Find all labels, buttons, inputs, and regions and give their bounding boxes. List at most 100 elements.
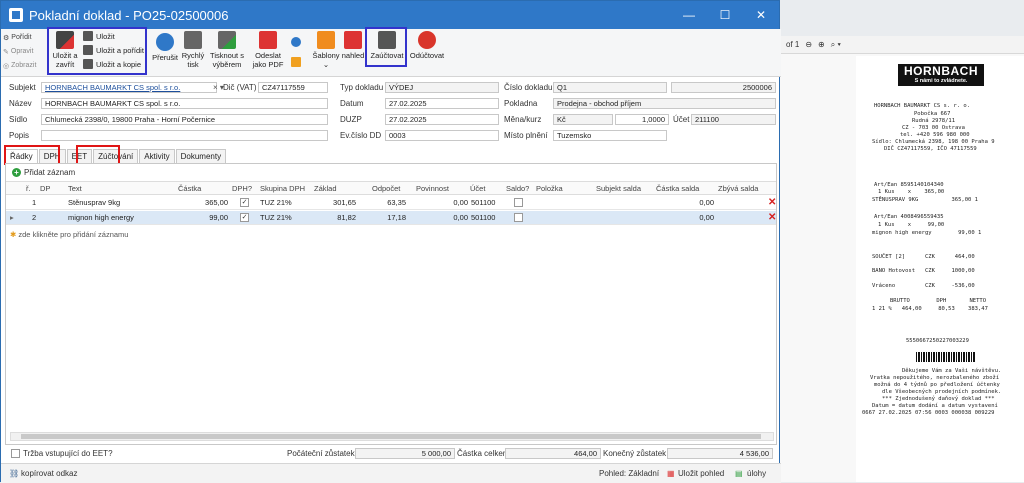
table-row[interactable]: 1 Stěnusprav 9kg 365,00 ✓ TUZ 21% 301,65…	[6, 196, 776, 210]
vat-checkbox[interactable]: ✓	[240, 213, 249, 222]
save-view-icon: ▦	[667, 469, 675, 478]
receipt-line: Datum = datum dodání a datum vystavení	[872, 403, 998, 409]
bg-create-button[interactable]: ⚙ Pořídit	[3, 31, 53, 44]
print-select-button[interactable]: Tisknout s výběrem	[207, 31, 247, 69]
receipt-line: Vratka nepoužitého, nerozbaleného zboží	[870, 375, 1000, 381]
star-icon: ✱	[10, 230, 17, 239]
account-field[interactable]: 211100	[691, 114, 776, 125]
send-pdf-button[interactable]: Odeslat jako PDF	[251, 31, 285, 69]
duzp-field[interactable]: 27.02.2025	[385, 114, 499, 125]
receipt-line: 1 Kus x 365,00	[878, 189, 945, 195]
table-row[interactable]: ▸ 2 mignon high energy 99,00 ✓ TUZ 21% 8…	[6, 211, 776, 225]
highlight-posting-tab	[76, 145, 120, 165]
address-field[interactable]: Chlumecká 2398/0, 19800 Praha - Horní Po…	[41, 114, 328, 125]
receipt-line: Pobočka 667	[914, 111, 951, 117]
tab-activities[interactable]: Aktivity	[139, 149, 175, 163]
highlight-lines-vat-tabs	[4, 145, 60, 165]
close-button[interactable]: ✕	[743, 1, 779, 29]
col-header[interactable]: Povinnost	[416, 184, 449, 193]
undo-icon	[156, 33, 174, 51]
bg-edit-button[interactable]: ✎ Opravit	[3, 45, 53, 58]
view-label[interactable]: Pohled: Základní	[599, 469, 659, 478]
address-label: Sídlo	[9, 115, 28, 124]
preview-button[interactable]: nahled	[341, 31, 365, 60]
horizontal-scrollbar[interactable]	[10, 432, 774, 441]
total-field: 464,00	[505, 448, 601, 459]
receipt-line: 5550667250227003229	[906, 338, 969, 344]
print-select-icon	[218, 31, 236, 49]
tab-documents[interactable]: Dokumenty	[175, 149, 227, 163]
cash-register-field[interactable]: Prodejna - obchod příjem	[553, 98, 776, 109]
doc-number-series[interactable]: Q1	[553, 82, 667, 93]
col-header[interactable]: Účet	[470, 184, 485, 193]
pdf-preview-icon	[344, 31, 362, 49]
col-header[interactable]: DPH?	[232, 184, 252, 193]
highlight-save-group	[47, 27, 147, 75]
interrupt-button[interactable]: Přerušit	[151, 33, 179, 62]
maximize-button[interactable]: ☐	[707, 1, 743, 29]
col-header[interactable]: DP	[40, 184, 50, 193]
currency-field[interactable]: Kč	[553, 114, 613, 125]
col-header[interactable]: Částka salda	[656, 184, 699, 193]
eet-checkbox[interactable]	[11, 449, 20, 458]
zoom-in-icon[interactable]: ⊕	[818, 40, 825, 49]
quick-print-button[interactable]: Rychlý tisk	[181, 31, 205, 69]
name-field[interactable]: HORNBACH BAUMARKT CS spol. s r.o.	[41, 98, 328, 109]
name-label: Název	[9, 99, 32, 108]
warning-icon[interactable]	[291, 57, 301, 67]
doc-number-field[interactable]: 2500006	[671, 82, 776, 93]
row-selector-icon: ▸	[10, 213, 14, 222]
col-header[interactable]: Odpočet	[372, 184, 400, 193]
search-icon[interactable]: ⌕ ▾	[831, 40, 841, 50]
col-header[interactable]: Zbývá salda	[718, 184, 758, 193]
window-title: Pokladní doklad - PO25-02500006	[29, 7, 229, 23]
col-header[interactable]: Subjekt salda	[596, 184, 641, 193]
col-header[interactable]: Saldo?	[506, 184, 529, 193]
rate-field[interactable]: 1,0000	[615, 114, 669, 125]
place-select[interactable]: Tuzemsko	[553, 130, 667, 141]
receipt-line: DIČ CZ47117559, IČO 47117559	[884, 146, 977, 152]
add-record-button[interactable]: + Přidat záznam	[12, 168, 75, 177]
receipt-line: CZ - 703 00 Ostrava	[902, 125, 965, 131]
delete-row-icon[interactable]: ✕	[768, 197, 776, 208]
unpost-button[interactable]: Odúčtovat	[409, 31, 445, 60]
bg-view-button[interactable]: ◎ Zobrazit	[3, 59, 53, 72]
col-header[interactable]: Základ	[314, 184, 337, 193]
zoom-out-icon[interactable]: ⊖	[805, 40, 812, 49]
saldo-checkbox[interactable]	[514, 198, 523, 207]
doc-type-select[interactable]: VÝDEJ	[385, 82, 499, 93]
highlight-post-button	[365, 27, 407, 67]
description-field[interactable]	[41, 130, 328, 141]
total-label: Částka celkem	[457, 449, 510, 458]
gear-icon: ⚙	[3, 34, 10, 42]
date-label: Datum	[340, 99, 364, 108]
vat-field[interactable]: CZ47117559	[258, 82, 328, 93]
saldo-checkbox[interactable]	[514, 213, 523, 222]
tasks-button[interactable]: úlohy	[747, 469, 766, 478]
new-row-hint[interactable]: ✱ zde klikněte pro přidání záznamu	[10, 230, 128, 239]
copy-link-button[interactable]: kopírovat odkaz	[21, 469, 77, 478]
receipt-line: Art/Ean 8595140104340	[874, 182, 944, 188]
receipt-line: BANO Hotovost CZK 1000,00	[872, 268, 975, 274]
date-field[interactable]: 27.02.2025	[385, 98, 499, 109]
info-icon[interactable]	[291, 37, 301, 47]
vat-checkbox[interactable]: ✓	[240, 198, 249, 207]
chevron-down-icon: ⌄	[322, 60, 330, 69]
receipt-line: mignon high energy 99,00 1	[872, 230, 982, 236]
receipt-line: HORNBACH BAUMARKT CS s. r. o.	[874, 103, 971, 109]
receipt-line: Art/Ean 4008496559435	[874, 214, 944, 220]
col-header[interactable]: Částka	[178, 184, 201, 193]
subject-field[interactable]: HORNBACH BAUMARKT CS spol. s r.o.	[41, 82, 217, 93]
templates-button[interactable]: Šablony ⌄	[312, 31, 340, 69]
save-view-button[interactable]: Uložit pohled	[678, 469, 724, 478]
delete-row-icon[interactable]: ✕	[768, 212, 776, 223]
col-header[interactable]: Skupina DPH	[260, 184, 305, 193]
col-header[interactable]: Text	[68, 184, 82, 193]
col-header[interactable]: Položka	[536, 184, 563, 193]
col-header[interactable]: ř.	[26, 184, 31, 193]
minimize-button[interactable]: —	[671, 1, 707, 29]
receipt-line: Sídlo: Chlumecká 2398, 198 00 Praha 9	[872, 139, 995, 145]
ev-number-field[interactable]: 0003	[385, 130, 499, 141]
scrollbar-thumb[interactable]	[21, 434, 761, 439]
ev-number-label: Ev.číslo DD	[340, 131, 382, 140]
